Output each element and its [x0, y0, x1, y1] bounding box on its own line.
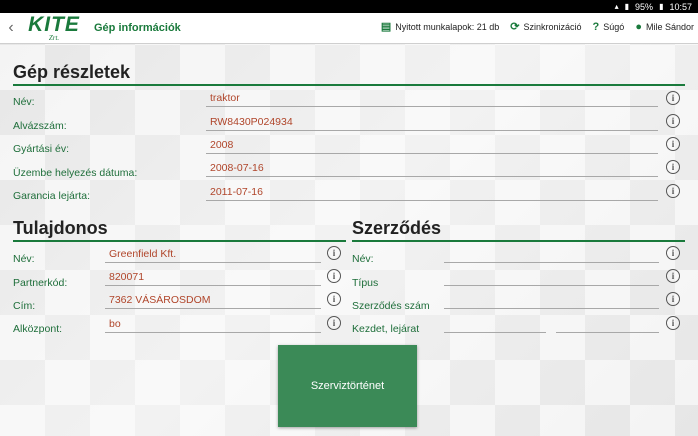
contract-name-field — [444, 262, 659, 263]
back-arrow-icon[interactable]: ‹ — [4, 19, 18, 37]
contract-section-rule — [352, 240, 685, 242]
contract-start-field — [444, 332, 546, 333]
help-label: Súgó — [603, 21, 625, 32]
manufacture-year-field — [206, 153, 658, 154]
address-field — [105, 308, 321, 309]
page-title: Gép információk — [94, 22, 181, 34]
info-icon[interactable]: i — [666, 316, 680, 330]
address-value: 7362 VÁSÁROSDOM — [109, 294, 211, 306]
subcenter-label: Alközpont: — [13, 323, 63, 335]
contract-type-label: Típus — [352, 277, 379, 289]
info-icon[interactable]: i — [666, 114, 680, 128]
info-icon[interactable]: i — [666, 184, 680, 198]
info-icon[interactable]: i — [666, 292, 680, 306]
user-icon: ● — [635, 20, 642, 33]
info-icon[interactable]: i — [327, 316, 341, 330]
machine-section-rule — [13, 84, 685, 86]
signal-icon: ▮ — [624, 2, 630, 11]
manufacture-year-value: 2008 — [210, 139, 234, 151]
chassis-field — [206, 130, 658, 131]
info-icon[interactable]: i — [666, 91, 680, 105]
battery-icon: ▮ — [659, 2, 664, 11]
info-icon[interactable]: i — [666, 137, 680, 151]
user-label: Mile Sándor — [645, 21, 694, 32]
battery-level: 95% — [635, 1, 654, 12]
chassis-label: Alvázszám: — [13, 120, 67, 132]
contract-number-field — [444, 308, 659, 309]
address-label: Cím: — [13, 300, 36, 312]
logo-text: KITE — [28, 13, 80, 36]
subcenter-value: bo — [109, 318, 121, 330]
machine-section-title: Gép részletek — [13, 62, 131, 82]
contract-end-field — [556, 332, 659, 333]
warranty-expiry-label: Garancia lejárta: — [13, 190, 91, 202]
open-worksheets-label: Nyitott munkalapok: 21 db — [395, 21, 500, 32]
commissioning-date-value: 2008-07-16 — [210, 162, 264, 174]
partner-code-value: 820071 — [109, 271, 145, 283]
owner-section-rule — [13, 240, 346, 242]
machine-name-value: traktor — [210, 92, 240, 104]
commissioning-date-label: Üzembe helyezés dátuma: — [13, 167, 138, 179]
contract-section-title: Szerződés — [352, 218, 442, 238]
app-bar-actions: ▤ Nyitott munkalapok: 21 db ⟳ Szinkroniz… — [381, 20, 694, 34]
machine-name-field — [206, 106, 658, 107]
warranty-expiry-value: 2011-07-16 — [210, 186, 263, 198]
help-icon: ? — [592, 20, 600, 33]
owner-name-value: Greenfield Kft. — [109, 248, 177, 260]
machine-name-label: Név: — [13, 96, 35, 108]
manufacture-year-label: Gyártási év: — [13, 143, 70, 155]
info-icon[interactable]: i — [327, 269, 341, 283]
service-history-button[interactable]: Szerviztörténet — [278, 345, 417, 427]
owner-name-field — [105, 262, 321, 263]
app-bar: ‹ KITE Zrt. Gép információk ▤ Nyitott mu… — [0, 13, 698, 44]
contract-name-label: Név: — [352, 253, 374, 265]
status-bar: ▴ ▮ 95% ▮ 10:57 — [0, 0, 698, 13]
info-icon[interactable]: i — [327, 292, 341, 306]
clock: 10:57 — [669, 1, 692, 12]
contract-number-label: Szerződés szám — [352, 300, 430, 312]
commissioning-date-field — [206, 176, 658, 177]
info-icon[interactable]: i — [666, 246, 680, 260]
subcenter-field — [105, 332, 321, 333]
info-icon[interactable]: i — [327, 246, 341, 260]
logo-sub: Zrt. — [48, 34, 60, 42]
help-button[interactable]: ? Súgó — [593, 21, 625, 33]
contract-type-field — [444, 285, 659, 286]
warranty-expiry-field — [206, 200, 658, 201]
sync-icon: ⟳ — [510, 21, 520, 33]
info-icon[interactable]: i — [666, 160, 680, 174]
info-icon[interactable]: i — [666, 269, 680, 283]
sync-button[interactable]: ⟳ Szinkronizáció — [510, 20, 581, 33]
service-history-label: Szerviztörténet — [310, 380, 385, 392]
user-button[interactable]: ● Mile Sándor — [635, 21, 694, 33]
owner-section-title: Tulajdonos — [13, 218, 108, 238]
clipboard-icon: ▤ — [380, 21, 392, 33]
kite-logo: KITE Zrt. — [17, 13, 91, 42]
owner-name-label: Név: — [13, 253, 35, 265]
contract-period-label: Kezdet, lejárat — [352, 323, 420, 335]
sync-label: Szinkronizáció — [523, 21, 582, 32]
chassis-value: RW8430P024934 — [210, 116, 293, 128]
wifi-icon: ▴ — [614, 2, 619, 11]
partner-code-field — [105, 285, 321, 286]
partner-code-label: Partnerkód: — [13, 277, 68, 289]
open-worksheets-button[interactable]: ▤ Nyitott munkalapok: 21 db — [381, 20, 499, 33]
